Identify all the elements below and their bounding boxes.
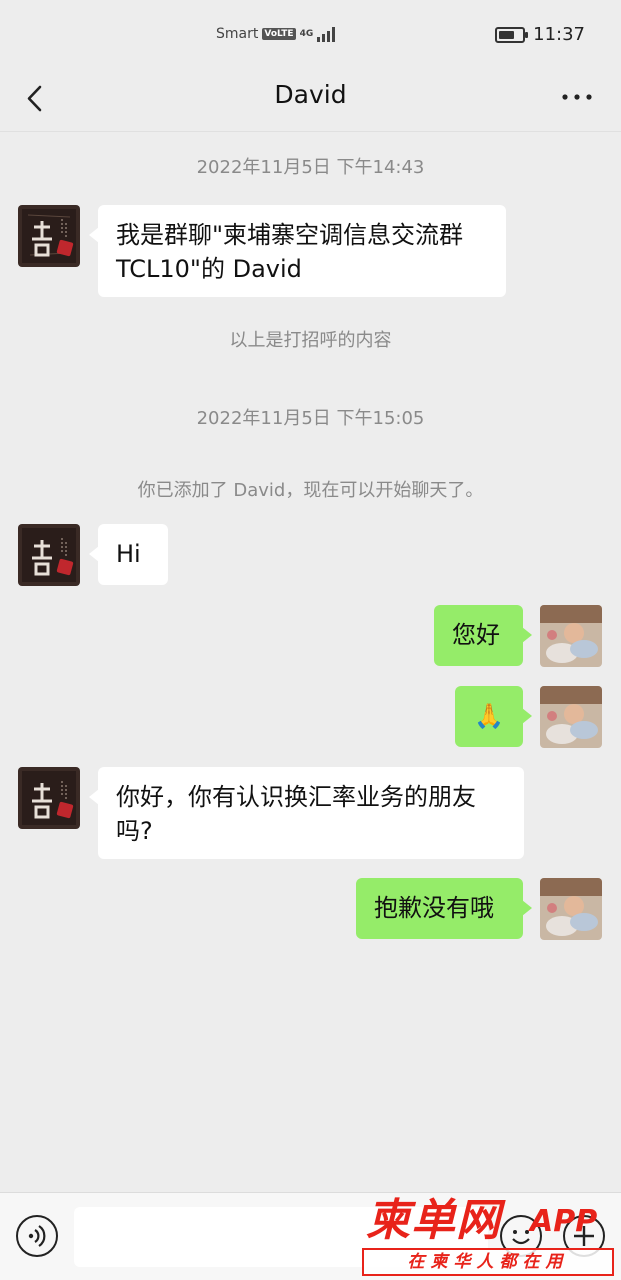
status-bar: Smart VoLTE 4G 11:37 [0, 0, 621, 70]
incoming-message-bubble[interactable]: 你好，你有认识换汇率业务的朋友 吗? [89, 767, 524, 859]
watermark-slogan: 在柬华人都在用 [362, 1248, 614, 1276]
message-text-line: 你好，你有认识换汇率业务的朋友 [116, 783, 476, 811]
system-note: 你已添加了 David，现在可以开始聊天了。 [137, 480, 484, 501]
system-note: 以上是打招呼的内容 [229, 330, 392, 351]
message-text-line: 吗? [116, 817, 153, 845]
message-text-line: 我是群聊"柬埔寨空调信息交流群 [116, 221, 464, 249]
outgoing-message-bubble[interactable]: 🙏 [455, 686, 532, 747]
message-text-line: 抱歉没有哦 [374, 894, 494, 922]
calligraphy-avatar-icon [18, 767, 80, 829]
message-text-line: Hi [116, 540, 141, 568]
outgoing-message-bubble[interactable]: 抱歉没有哦 [356, 878, 532, 939]
baby-photo-avatar-icon [540, 686, 602, 748]
chat-title: David [274, 80, 347, 109]
voice-button[interactable] [16, 1215, 58, 1257]
network-indicator: Smart VoLTE 4G [216, 26, 336, 42]
my-avatar[interactable] [540, 686, 602, 748]
baby-photo-avatar-icon [540, 878, 602, 940]
contact-avatar[interactable] [18, 205, 80, 267]
carrier-name: Smart [216, 26, 259, 42]
timestamp: 2022年11月5日 下午15:05 [196, 408, 425, 429]
calligraphy-avatar-icon [18, 524, 80, 586]
chat-header: David [0, 70, 621, 132]
watermark-app: APP [530, 1204, 598, 1239]
contact-avatar[interactable] [18, 767, 80, 829]
network-type: 4G [299, 29, 314, 39]
message-text-line: 您好 [452, 621, 500, 649]
message-text-line: TCL10"的 David [116, 255, 302, 283]
watermark-logo: 柬单网 APP 在柬华人都在用 [362, 1196, 616, 1278]
pray-emoji: 🙏 [474, 702, 504, 730]
volte-badge: VoLTE [262, 28, 296, 40]
battery-icon [495, 26, 529, 43]
my-avatar[interactable] [540, 878, 602, 940]
voice-icon [28, 1225, 46, 1247]
my-avatar[interactable] [540, 605, 602, 667]
incoming-message-bubble[interactable]: Hi [89, 524, 168, 585]
status-right: 11:37 [495, 24, 585, 45]
baby-photo-avatar-icon [540, 605, 602, 667]
timestamp: 2022年11月5日 下午14:43 [196, 157, 425, 178]
watermark-brand: 柬单网 [366, 1195, 501, 1246]
more-dots-icon[interactable] [561, 86, 593, 108]
contact-avatar[interactable] [18, 524, 80, 586]
signal-icon [317, 26, 336, 42]
calligraphy-avatar-icon [18, 205, 80, 267]
incoming-message-bubble[interactable]: 我是群聊"柬埔寨空调信息交流群 TCL10"的 David [89, 205, 506, 297]
clock: 11:37 [533, 24, 585, 45]
outgoing-message-bubble[interactable]: 您好 [434, 605, 532, 666]
